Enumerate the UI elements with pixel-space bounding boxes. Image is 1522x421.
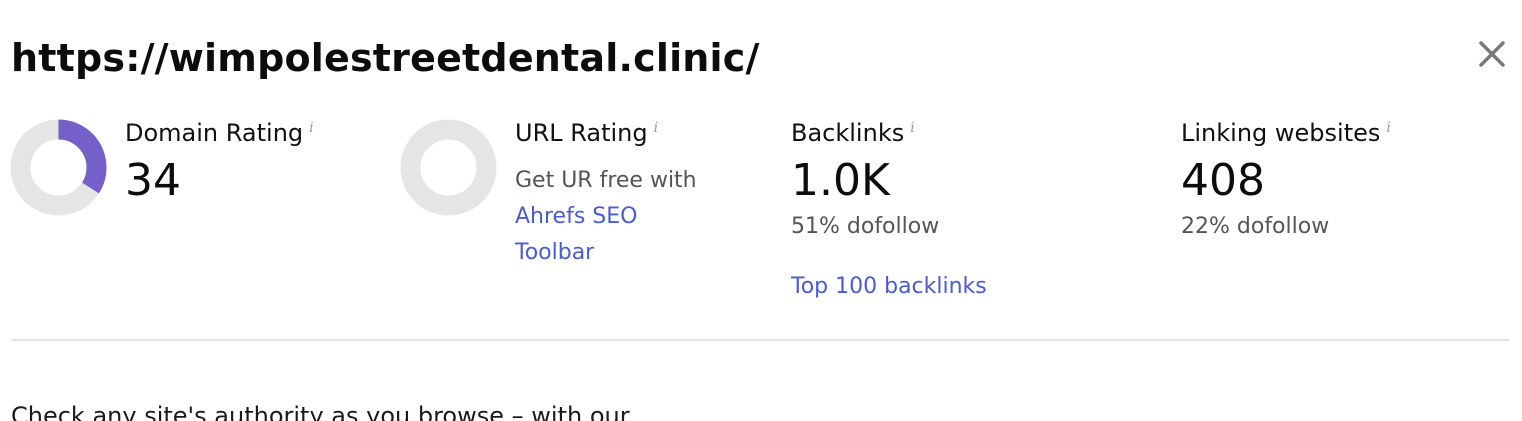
url-rating-gauge: [400, 119, 497, 216]
backlinks-dofollow: 51% dofollow: [791, 214, 940, 239]
site-metrics-panel: https://wimpolestreetdental.clinic/ Doma…: [0, 0, 1522, 421]
top-100-backlinks-link[interactable]: Top 100 backlinks: [791, 269, 987, 305]
domain-rating-value: 34: [125, 155, 181, 206]
section-divider: [11, 339, 1510, 341]
close-icon: [1479, 41, 1505, 67]
info-icon[interactable]: i: [910, 120, 914, 136]
domain-rating-label: Domain Rating: [125, 119, 304, 147]
ahrefs-seo-toolbar-link[interactable]: Ahrefs SEO Toolbar: [515, 199, 697, 271]
info-icon[interactable]: i: [1386, 120, 1390, 136]
domain-rating-metric: Domain Rating i 34: [125, 112, 314, 209]
info-icon[interactable]: i: [654, 120, 658, 136]
linking-websites-dofollow: 22% dofollow: [1181, 214, 1330, 239]
toolbar-promo-text: Check any site's authority as you browse…: [11, 402, 630, 421]
toolbar-link-line-1: Ahrefs SEO: [515, 204, 638, 229]
url-rating-metric: URL Rating i Get UR free with Ahrefs SEO …: [515, 112, 697, 271]
toolbar-link-line-2: Toolbar: [515, 240, 595, 265]
page-url-title: https://wimpolestreetdental.clinic/: [11, 36, 760, 80]
backlinks-metric: Backlinks i 1.0K 51% dofollow Top 100 bac…: [791, 112, 987, 305]
linking-websites-label: Linking websites: [1181, 119, 1381, 147]
info-icon[interactable]: i: [309, 120, 313, 136]
url-rating-gauge-track: [400, 119, 497, 216]
domain-rating-gauge: [10, 119, 107, 216]
url-rating-label: URL Rating: [515, 119, 648, 147]
backlinks-value: 1.0K: [791, 155, 890, 206]
close-button[interactable]: [1474, 36, 1510, 72]
linking-websites-value: 408: [1181, 155, 1265, 206]
linking-websites-metric: Linking websites i 408 22% dofollow: [1181, 112, 1391, 245]
url-rating-cta-text: Get UR free with: [515, 168, 697, 193]
backlinks-label: Backlinks: [791, 119, 905, 147]
